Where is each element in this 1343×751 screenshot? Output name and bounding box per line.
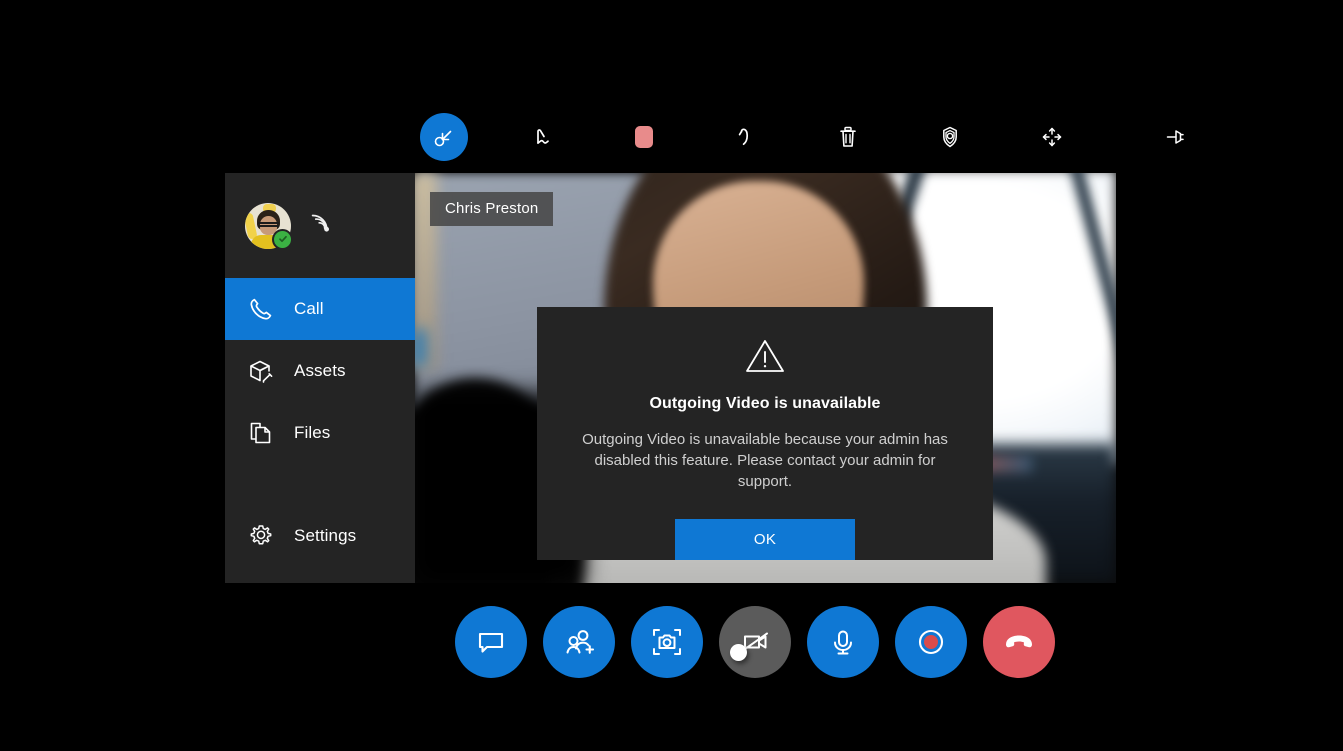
microphone-button[interactable]: [807, 606, 879, 678]
color-swatch-icon: [635, 126, 653, 148]
tool-color-button[interactable]: [616, 109, 672, 165]
sidebar-item-files[interactable]: Files: [225, 402, 415, 464]
sidebar-item-label: Settings: [294, 526, 356, 546]
assets-box-icon: [246, 357, 276, 385]
tool-delete-button[interactable]: [820, 109, 876, 165]
trash-icon: [834, 123, 862, 151]
sidebar-item-label: Assets: [294, 361, 346, 381]
gear-icon: [246, 522, 276, 550]
profile-row: [225, 173, 415, 278]
sidebar-item-label: Call: [294, 299, 324, 319]
status-badge: [272, 229, 293, 250]
dialog-message: Outgoing Video is unavailable because yo…: [567, 429, 963, 492]
sidebar-nav: Call Assets: [225, 278, 415, 583]
chat-button[interactable]: [455, 606, 527, 678]
chat-bubble-icon: [473, 624, 509, 660]
microphone-icon: [824, 623, 862, 661]
sidebar-item-label: Files: [294, 423, 330, 443]
undo-arrow-icon: [731, 122, 761, 152]
end-call-icon: [999, 622, 1039, 662]
pin-icon: [1159, 122, 1189, 152]
add-participant-button[interactable]: [543, 606, 615, 678]
sidebar-item-call[interactable]: Call: [225, 278, 415, 340]
files-copy-icon: [246, 419, 276, 447]
sidebar: Call Assets: [225, 173, 415, 583]
ok-button[interactable]: OK: [675, 519, 855, 560]
record-button[interactable]: [895, 606, 967, 678]
annotation-toolbar: [414, 104, 1116, 170]
sidebar-item-assets[interactable]: Assets: [225, 340, 415, 402]
tool-marker-button[interactable]: [922, 109, 978, 165]
signal-strength-icon: [307, 209, 335, 242]
avatar-wrapper[interactable]: [245, 203, 291, 249]
tool-pin-button[interactable]: [1146, 109, 1202, 165]
end-call-button[interactable]: [983, 606, 1055, 678]
dialog-title: Outgoing Video is unavailable: [649, 395, 880, 413]
screen-root: Call Assets: [0, 0, 1343, 751]
check-icon: [278, 234, 288, 244]
cursor-dot: [730, 644, 747, 661]
cursor-select-icon: [431, 124, 457, 150]
participant-name-tag: Chris Preston: [430, 192, 553, 226]
tool-move-button[interactable]: [1024, 109, 1080, 165]
add-person-icon: [560, 623, 598, 661]
snapshot-button[interactable]: [631, 606, 703, 678]
app-window: Call Assets: [225, 173, 1116, 583]
video-off-button[interactable]: [719, 606, 791, 678]
location-marker-icon: [935, 122, 965, 152]
phone-icon: [246, 295, 276, 323]
pen-ink-icon: [527, 122, 557, 152]
warning-triangle-icon: [744, 337, 786, 380]
tool-ink-button[interactable]: [514, 109, 570, 165]
camera-snapshot-icon: [648, 623, 686, 661]
tool-select-button[interactable]: [420, 113, 468, 161]
record-icon: [912, 623, 950, 661]
call-control-bar: [455, 596, 1080, 688]
sidebar-item-settings[interactable]: Settings: [225, 505, 415, 567]
nav-spacer: [225, 464, 415, 505]
outgoing-video-unavailable-dialog: Outgoing Video is unavailable Outgoing V…: [537, 307, 993, 560]
tool-undo-button[interactable]: [718, 109, 774, 165]
move-arrows-icon: [1038, 123, 1066, 151]
